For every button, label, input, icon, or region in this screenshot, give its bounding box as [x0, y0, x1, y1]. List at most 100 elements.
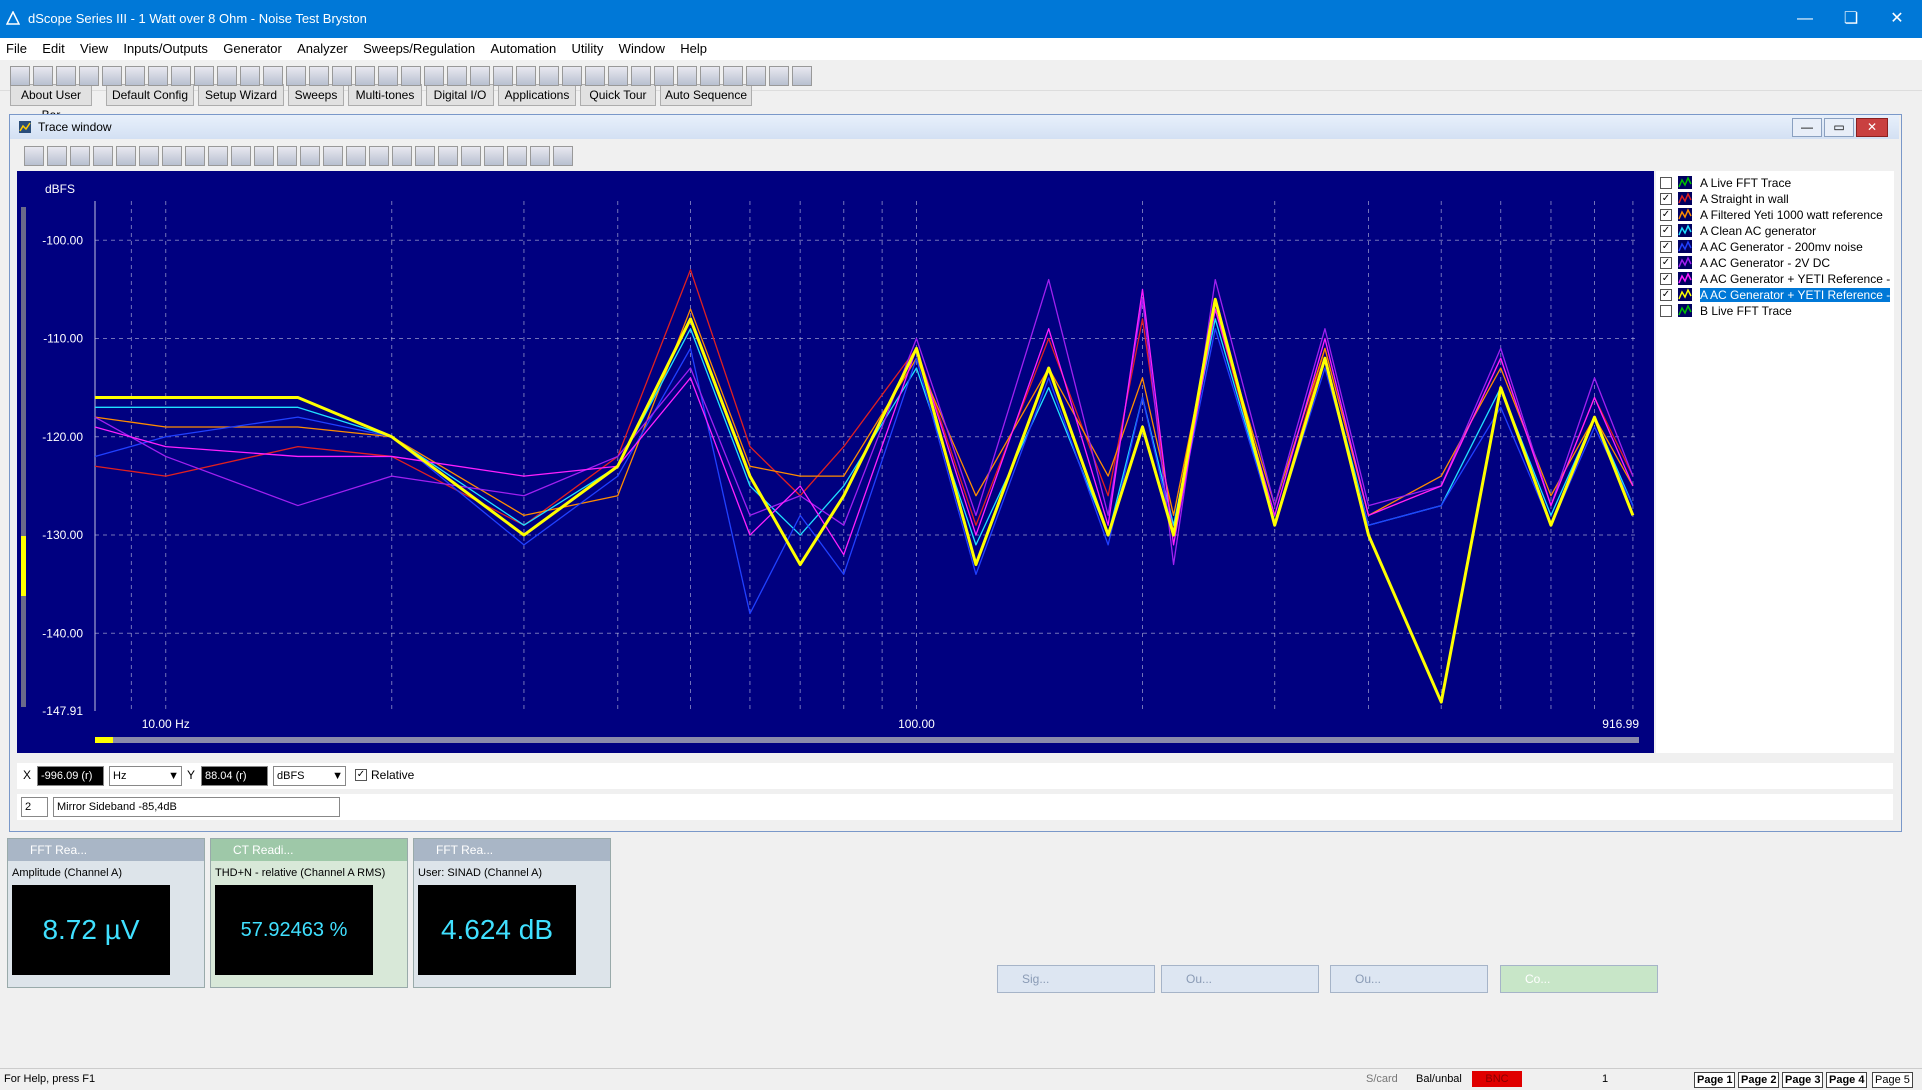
trace-tool-icon[interactable]: [116, 146, 136, 166]
main-tool-icon[interactable]: [447, 66, 467, 86]
page-5-tab[interactable]: Page 5: [1872, 1072, 1913, 1088]
trace-tool-icon[interactable]: [185, 146, 205, 166]
trace-tool-icon[interactable]: [392, 146, 412, 166]
menu-file[interactable]: File: [0, 38, 33, 56]
trace-tool-icon[interactable]: [139, 146, 159, 166]
restore-icon[interactable]: ❏: [1828, 0, 1874, 38]
minimized-window-ou2[interactable]: Ou...: [1330, 965, 1488, 993]
minimized-window-co[interactable]: Co...: [1500, 965, 1658, 993]
auto-sequence-button[interactable]: Auto Sequence: [660, 84, 752, 106]
trace-tool-icon[interactable]: [231, 146, 251, 166]
main-tool-icon[interactable]: [608, 66, 628, 86]
main-tool-icon[interactable]: [148, 66, 168, 86]
main-tool-icon[interactable]: [194, 66, 214, 86]
trace-tool-icon[interactable]: [93, 146, 113, 166]
page-1-tab[interactable]: Page 1: [1694, 1072, 1736, 1088]
legend-item[interactable]: ✓ A AC Generator - 200mv noise: [1660, 239, 1890, 255]
main-tool-icon[interactable]: [10, 66, 30, 86]
trace-tool-icon[interactable]: [461, 146, 481, 166]
legend-item[interactable]: ✓ A AC Generator - 2V DC: [1660, 255, 1890, 271]
menu-edit[interactable]: Edit: [36, 38, 70, 56]
x-value-field[interactable]: -996.09 (r): [37, 766, 104, 786]
about-user-bar-button[interactable]: About User Bar: [10, 84, 92, 122]
trace-tool-icon[interactable]: [323, 146, 343, 166]
main-tool-icon[interactable]: [654, 66, 674, 86]
trace-tool-icon[interactable]: [24, 146, 44, 166]
main-tool-icon[interactable]: [585, 66, 605, 86]
main-tool-icon[interactable]: [125, 66, 145, 86]
x-unit-select[interactable]: Hz ▼: [109, 766, 182, 786]
minimized-window-sig[interactable]: Sig...: [997, 965, 1155, 993]
trace-tool-icon[interactable]: [484, 146, 504, 166]
fft-plot[interactable]: dBFS -100.00 -110.00 -120.00 -130.00 -140.00 -…: [17, 171, 1654, 753]
main-tool-icon[interactable]: [746, 66, 766, 86]
menu-inputs-outputs[interactable]: Inputs/Outputs: [117, 38, 214, 56]
menu-help[interactable]: Help: [674, 38, 713, 56]
main-tool-icon[interactable]: [677, 66, 697, 86]
main-tool-icon[interactable]: [309, 66, 329, 86]
trace-tool-icon[interactable]: [162, 146, 182, 166]
marker-text-field[interactable]: Mirror Sideband -85,4dB: [53, 797, 340, 817]
trace-tool-icon[interactable]: [415, 146, 435, 166]
trace-tool-icon[interactable]: [553, 146, 573, 166]
legend-item[interactable]: ✓ A AC Generator + YETI Reference -: [1660, 271, 1890, 287]
legend-checkbox[interactable]: [1660, 177, 1672, 189]
legend-checkbox[interactable]: [1660, 305, 1672, 317]
y-unit-select[interactable]: dBFS ▼: [273, 766, 346, 786]
digital-io-button[interactable]: Digital I/O: [426, 84, 494, 106]
page-2-tab[interactable]: Page 2: [1738, 1072, 1780, 1088]
quick-tour-button[interactable]: Quick Tour: [580, 84, 656, 106]
main-tool-icon[interactable]: [240, 66, 260, 86]
menu-automation[interactable]: Automation: [484, 38, 562, 56]
trace-tool-icon[interactable]: [530, 146, 550, 166]
legend-checkbox[interactable]: ✓: [1660, 273, 1672, 285]
main-tool-icon[interactable]: [539, 66, 559, 86]
main-tool-icon[interactable]: [493, 66, 513, 86]
main-tool-icon[interactable]: [378, 66, 398, 86]
main-tool-icon[interactable]: [102, 66, 122, 86]
restore-icon[interactable]: ▭: [1824, 118, 1854, 137]
page-3-tab[interactable]: Page 3: [1782, 1072, 1824, 1088]
main-tool-icon[interactable]: [700, 66, 720, 86]
main-tool-icon[interactable]: [332, 66, 352, 86]
marker-number-field[interactable]: 2: [21, 797, 48, 817]
trace-tool-icon[interactable]: [369, 146, 389, 166]
applications-button[interactable]: Applications: [498, 84, 576, 106]
minimize-icon[interactable]: —: [1782, 0, 1828, 38]
trace-tool-icon[interactable]: [47, 146, 67, 166]
main-tool-icon[interactable]: [723, 66, 743, 86]
legend-item[interactable]: A Live FFT Trace: [1660, 175, 1890, 191]
setup-wizard-button[interactable]: Setup Wizard: [198, 84, 284, 106]
legend-checkbox[interactable]: ✓: [1660, 241, 1672, 253]
sweeps-button[interactable]: Sweeps: [288, 84, 344, 106]
legend-checkbox[interactable]: ✓: [1660, 193, 1672, 205]
main-tool-icon[interactable]: [516, 66, 536, 86]
legend-checkbox[interactable]: ✓: [1660, 225, 1672, 237]
legend-item[interactable]: B Live FFT Trace: [1660, 303, 1890, 319]
main-tool-icon[interactable]: [286, 66, 306, 86]
menu-window[interactable]: Window: [613, 38, 671, 56]
main-tool-icon[interactable]: [631, 66, 651, 86]
fft-plot-svg[interactable]: dBFS -100.00 -110.00 -120.00 -130.00 -140.00 -…: [17, 171, 1654, 753]
legend-checkbox[interactable]: ✓: [1660, 289, 1672, 301]
relative-checkbox[interactable]: ✓: [355, 769, 367, 781]
main-tool-icon[interactable]: [171, 66, 191, 86]
trace-tool-icon[interactable]: [507, 146, 527, 166]
main-tool-icon[interactable]: [217, 66, 237, 86]
legend-item[interactable]: ✓ A AC Generator + YETI Reference -: [1660, 287, 1891, 303]
legend-item[interactable]: ✓ A Clean AC generator: [1660, 223, 1890, 239]
main-tool-icon[interactable]: [355, 66, 375, 86]
default-config-button[interactable]: Default Config: [106, 84, 194, 106]
minimized-window-ou1[interactable]: Ou...: [1161, 965, 1319, 993]
main-tool-icon[interactable]: [562, 66, 582, 86]
main-tool-icon[interactable]: [56, 66, 76, 86]
trace-tool-icon[interactable]: [70, 146, 90, 166]
menu-view[interactable]: View: [74, 38, 114, 56]
menu-sweeps-regulation[interactable]: Sweeps/Regulation: [357, 38, 481, 56]
close-icon[interactable]: ✕: [1856, 118, 1888, 137]
main-tool-icon[interactable]: [263, 66, 283, 86]
menu-utility[interactable]: Utility: [566, 38, 610, 56]
close-icon[interactable]: ✕: [1874, 0, 1920, 38]
main-tool-icon[interactable]: [401, 66, 421, 86]
menu-analyzer[interactable]: Analyzer: [291, 38, 354, 56]
